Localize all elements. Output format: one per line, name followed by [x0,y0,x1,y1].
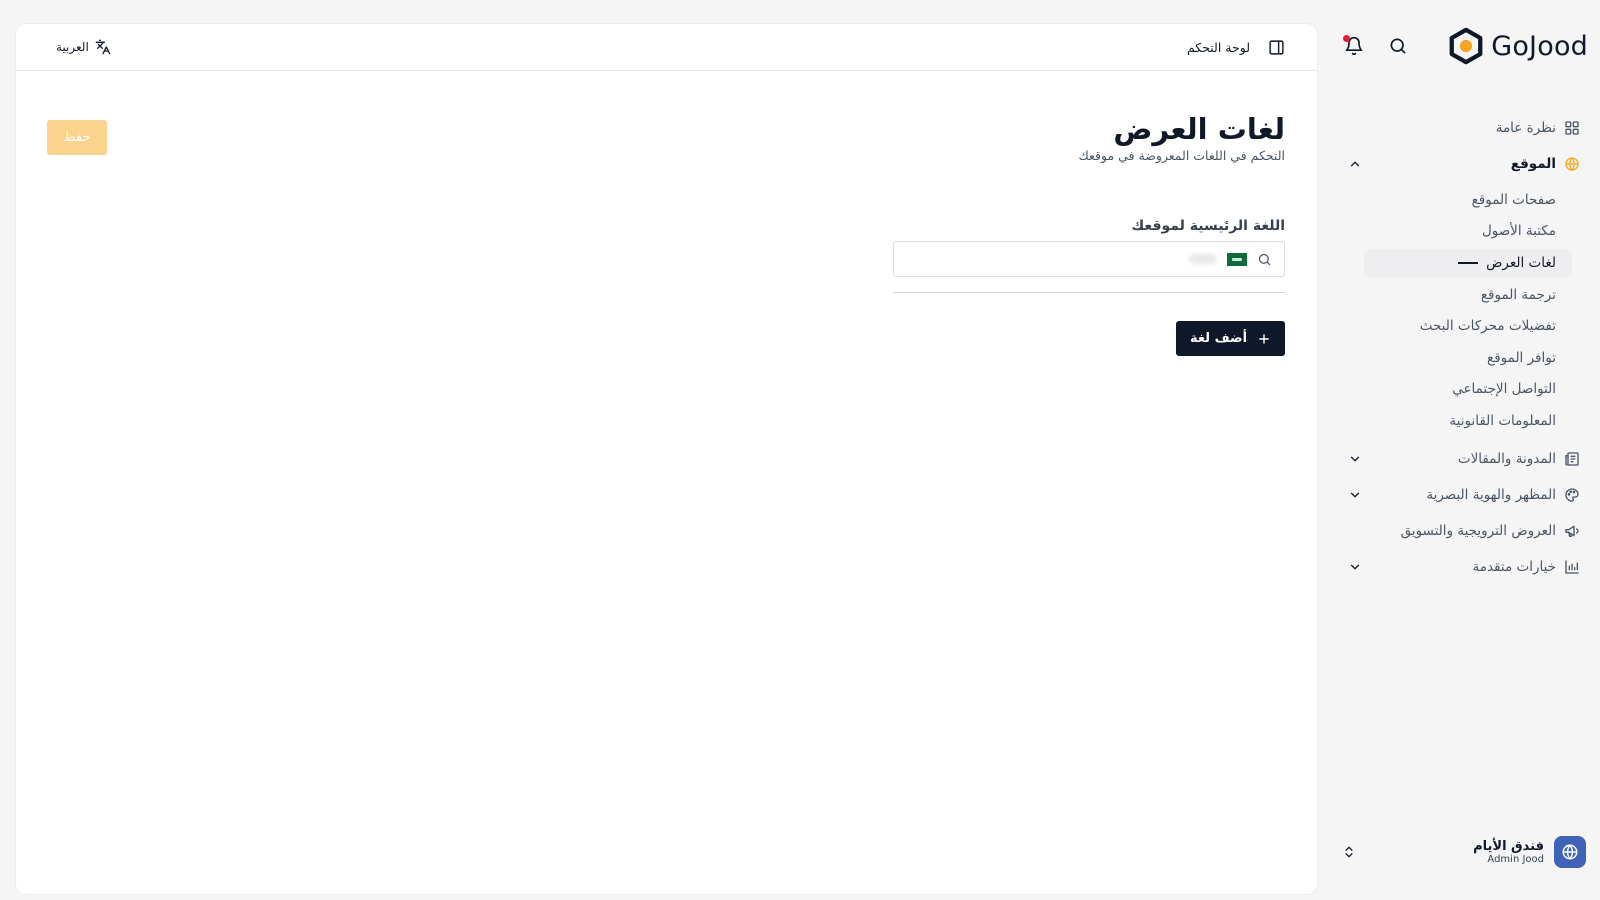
website-submenu: صفحات الموقع مكتبة الأصول لغات العرض ترج… [1328,182,1600,441]
sidebar-item-label: المظهر والهوية البصرية [1426,486,1556,503]
sidebar-item-appearance[interactable]: المظهر والهوية البصرية [1328,477,1600,513]
header-actions [1342,34,1410,58]
globe-icon [1562,844,1578,860]
account-name: فندق الأيام [1473,839,1544,854]
saudi-flag-icon [1227,252,1247,266]
notifications-button[interactable] [1342,34,1366,58]
sidebar-item-blog[interactable]: المدونة والمقالات [1328,441,1600,477]
bar-chart-icon [1565,559,1579,574]
sidebar-item-advanced-label-wrap: خيارات متقدمة [1473,559,1581,575]
sidebar: GoJood نظرة عامة الموقع صفحات الموقع مكت… [1328,0,1600,900]
submenu-item-display-languages[interactable]: لغات العرض [1364,249,1572,277]
submenu-item-social[interactable]: التواصل الإجتماعي [1364,374,1600,406]
chevron-up-icon[interactable] [1348,157,1362,171]
sidebar-header: GoJood [1328,24,1600,68]
sidebar-item-label: العروض الترويجية والتسويق [1400,522,1556,539]
add-language-label: أضف لغة [1189,331,1248,346]
account-text: فندق الأيام Admin Jood [1473,839,1544,865]
account-switcher[interactable]: فندق الأيام Admin Jood [1342,832,1586,872]
sidebar-toggle-icon[interactable] [1268,39,1285,56]
topbar: لوحة التحكم العربية [16,24,1317,71]
active-indicator [1458,262,1479,264]
grid-icon [1565,121,1579,135]
sidebar-item-promotions[interactable]: العروض الترويجية والتسويق [1328,513,1600,549]
sidebar-item-label: نظرة عامة [1495,120,1556,136]
language-switcher[interactable]: العربية [56,39,111,55]
app-root: GoJood نظرة عامة الموقع صفحات الموقع مكت… [0,0,1600,900]
search-icon [1390,38,1406,54]
section-divider [893,292,1285,293]
sidebar-item-promotions-label-wrap: العروض الترويجية والتسويق [1401,523,1580,539]
primary-language-select[interactable] [893,241,1285,277]
submenu-item-legal-info[interactable]: المعلومات القانونية [1364,405,1600,437]
chevron-down-icon[interactable] [1348,452,1362,466]
search-icon [1258,253,1271,265]
save-button[interactable]: حفظ [47,120,107,155]
sidebar-item-overview[interactable]: نظرة عامة [1328,110,1600,146]
submenu-item-site-availability[interactable]: توافر الموقع [1364,342,1600,374]
account-info: فندق الأيام Admin Jood [1473,836,1586,868]
notification-dot [1343,35,1350,42]
submenu-item-seo-preferences[interactable]: تفضيلات محركات البحث [1364,311,1600,343]
megaphone-icon [1565,525,1579,537]
chevron-down-icon[interactable] [1348,488,1362,502]
sidebar-item-label: المدونة والمقالات [1457,450,1556,467]
topbar-right: لوحة التحكم [1187,39,1285,56]
search-button[interactable] [1386,34,1410,58]
add-language-button[interactable]: أضف لغة [1176,321,1285,356]
language-label: العربية [56,40,89,54]
palette-icon [1565,487,1579,502]
translate-icon [95,39,111,55]
plus-icon [1259,333,1269,344]
avatar [1554,836,1586,868]
globe-icon [1565,157,1579,172]
page-title: لغات العرض [1113,112,1285,146]
brand-logo-icon [1449,27,1483,65]
chevron-down-icon[interactable] [1348,560,1362,574]
primary-language-label: اللغة الرئيسية لموقعك [1131,218,1285,234]
submenu-item-site-translation[interactable]: ترجمة الموقع [1364,279,1600,311]
newspaper-icon [1565,451,1579,466]
breadcrumb[interactable]: لوحة التحكم [1187,40,1250,55]
sidebar-item-advanced[interactable]: خيارات متقدمة [1328,549,1600,585]
sidebar-item-label: خيارات متقدمة [1472,558,1557,575]
brand-name: GoJood [1491,30,1588,62]
flag-detail [1232,257,1242,261]
submenu-item-site-pages[interactable]: صفحات الموقع [1364,184,1600,216]
sidebar-item-overview-label-wrap: نظرة عامة [1496,120,1580,136]
chevrons-up-down-icon [1345,846,1353,858]
sidebar-item-blog-label-wrap: المدونة والمقالات [1458,451,1580,467]
sidebar-item-website[interactable]: الموقع [1328,146,1600,182]
sidebar-item-website-label-wrap: الموقع [1511,156,1580,172]
submenu-item-asset-library[interactable]: مكتبة الأصول [1364,216,1600,248]
sidebar-item-appearance-label-wrap: المظهر والهوية البصرية [1426,487,1580,503]
page-subtitle: التحكم في اللغات المعروضة في موقعك [1078,148,1285,163]
sidebar-item-label: الموقع [1510,156,1556,172]
account-role: Admin Jood [1487,854,1544,865]
sidebar-nav: نظرة عامة الموقع صفحات الموقع مكتبة الأص… [1328,110,1600,585]
brand[interactable]: GoJood [1447,27,1588,65]
blurred-language-value [1189,254,1217,264]
main-panel: لوحة التحكم العربية لغات العرض التحكم في… [16,24,1317,894]
submenu-item-label: لغات العرض [1486,255,1556,271]
